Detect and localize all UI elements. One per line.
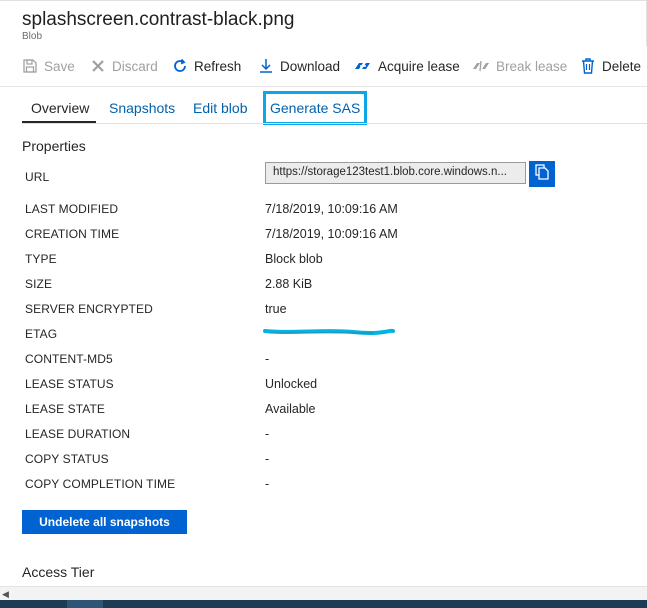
prop-label-copy-completion-time: COPY COMPLETION TIME bbox=[25, 477, 176, 491]
access-tier-title: Access Tier bbox=[22, 564, 95, 580]
blade-subtitle: Blob bbox=[22, 31, 43, 42]
url-field[interactable]: https://storage123test1.blob.core.window… bbox=[265, 162, 526, 184]
prop-label-type: TYPE bbox=[25, 252, 57, 266]
prop-label-server-encrypted: SERVER ENCRYPTED bbox=[25, 302, 153, 316]
copy-icon bbox=[535, 163, 549, 185]
discard-button[interactable]: Discard bbox=[90, 52, 158, 80]
taskbar-item bbox=[67, 600, 103, 608]
break-lease-label: Break lease bbox=[496, 58, 568, 74]
prop-label-lease-state: LEASE STATE bbox=[25, 402, 106, 416]
horizontal-scrollbar[interactable]: ◀ bbox=[0, 586, 647, 600]
command-bar: Save Discard Refresh Download Acquire le… bbox=[0, 52, 647, 80]
acquire-lease-label: Acquire lease bbox=[378, 58, 460, 74]
acquire-lease-icon bbox=[354, 58, 372, 74]
scroll-left-icon[interactable]: ◀ bbox=[2, 589, 9, 600]
prop-label-creation-time: CREATION TIME bbox=[25, 227, 120, 241]
delete-label: Delete bbox=[602, 58, 642, 74]
break-lease-button[interactable]: Break lease bbox=[472, 52, 567, 80]
tabs-divider bbox=[22, 123, 647, 124]
prop-label-etag: ETAG bbox=[25, 327, 58, 341]
tab-generate-sas[interactable]: Generate SAS bbox=[262, 91, 368, 125]
tab-overview[interactable]: Overview bbox=[31, 94, 89, 122]
prop-label-content-md5: CONTENT-MD5 bbox=[25, 352, 113, 366]
prop-value-type: Block blob bbox=[265, 252, 323, 266]
download-icon bbox=[258, 58, 274, 74]
delete-button[interactable]: Delete bbox=[580, 52, 641, 80]
save-icon bbox=[22, 58, 38, 74]
refresh-icon bbox=[172, 58, 188, 74]
prop-label-size: SIZE bbox=[25, 277, 53, 291]
download-label: Download bbox=[280, 58, 341, 74]
prop-value-content-md5: - bbox=[265, 352, 270, 366]
properties-title: Properties bbox=[22, 138, 86, 154]
refresh-button[interactable]: Refresh bbox=[172, 52, 241, 80]
etag-redaction-mark bbox=[263, 328, 395, 335]
trash-icon bbox=[580, 58, 596, 74]
prop-value-copy-completion-time: - bbox=[265, 477, 270, 491]
undelete-all-snapshots-button[interactable]: Undelete all snapshots bbox=[22, 510, 187, 534]
tab-overview-label: Overview bbox=[31, 100, 90, 116]
blade-title: splashscreen.contrast-black.png bbox=[22, 9, 295, 30]
url-label: URL bbox=[25, 170, 50, 184]
refresh-label: Refresh bbox=[194, 58, 242, 74]
close-icon bbox=[90, 58, 106, 74]
break-lease-icon bbox=[472, 58, 490, 74]
discard-label: Discard bbox=[112, 58, 158, 74]
toolbar-divider bbox=[0, 86, 647, 87]
prop-value-size: 2.88 KiB bbox=[265, 277, 313, 291]
copy-url-button[interactable] bbox=[529, 161, 555, 187]
tab-edit-blob-label: Edit blob bbox=[193, 100, 248, 116]
prop-value-lease-status: Unlocked bbox=[265, 377, 318, 391]
save-label: Save bbox=[44, 58, 75, 74]
prop-label-lease-duration: LEASE DURATION bbox=[25, 427, 131, 441]
prop-value-lease-duration: - bbox=[265, 427, 270, 441]
tab-edit-blob[interactable]: Edit blob bbox=[193, 94, 247, 122]
taskbar-strip bbox=[0, 600, 647, 608]
prop-value-copy-status: - bbox=[265, 452, 270, 466]
prop-label-lease-status: LEASE STATUS bbox=[25, 377, 114, 391]
blade-header: splashscreen.contrast-black.png Blob bbox=[0, 0, 647, 46]
tab-generate-sas-label: Generate SAS bbox=[270, 100, 361, 116]
prop-value-creation-time: 7/18/2019, 10:09:16 AM bbox=[265, 227, 398, 241]
save-button[interactable]: Save bbox=[22, 52, 75, 80]
prop-value-last-modified: 7/18/2019, 10:09:16 AM bbox=[265, 202, 398, 216]
tab-snapshots[interactable]: Snapshots bbox=[109, 94, 175, 122]
acquire-lease-button[interactable]: Acquire lease bbox=[354, 52, 460, 80]
prop-value-server-encrypted: true bbox=[265, 302, 287, 316]
prop-label-last-modified: LAST MODIFIED bbox=[25, 202, 119, 216]
prop-value-lease-state: Available bbox=[265, 402, 316, 416]
tab-snapshots-label: Snapshots bbox=[109, 100, 176, 116]
download-button[interactable]: Download bbox=[258, 52, 340, 80]
prop-label-copy-status: COPY STATUS bbox=[25, 452, 109, 466]
